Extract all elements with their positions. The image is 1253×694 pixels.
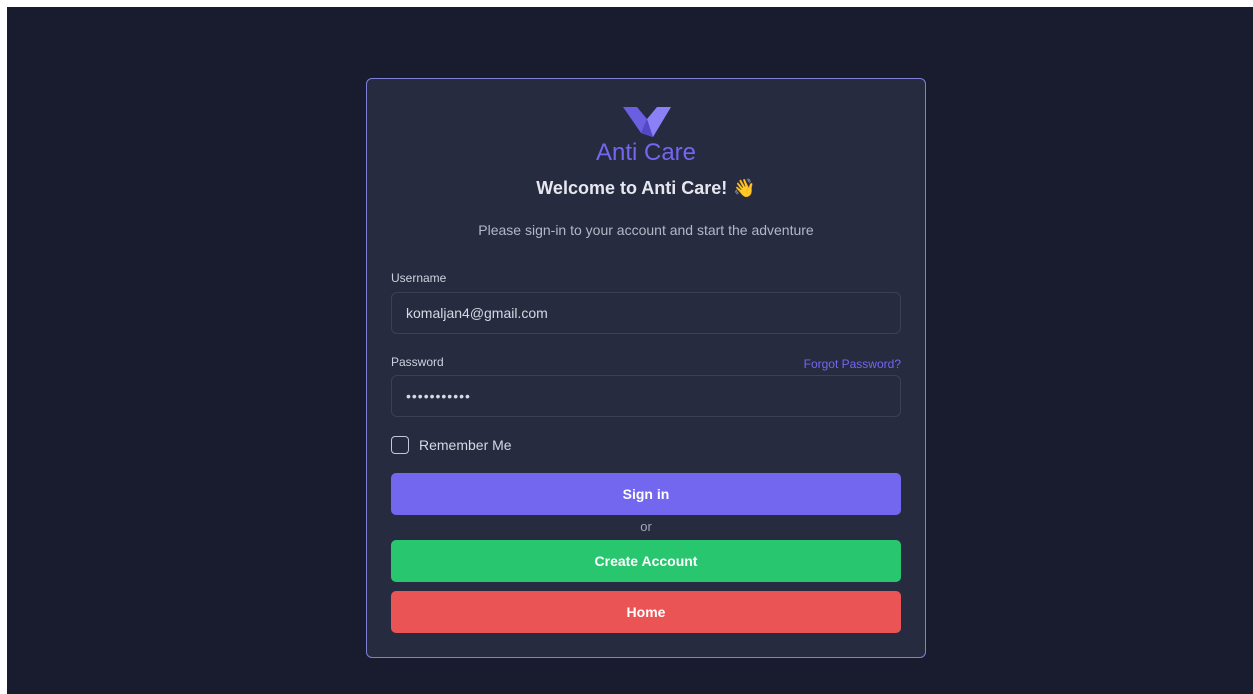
password-input[interactable]: ••••••••••• [391, 375, 901, 417]
username-label: Username [391, 271, 447, 285]
welcome-subtitle: Please sign-in to your account and start… [478, 222, 814, 238]
remember-me-label: Remember Me [419, 437, 512, 453]
remember-me-checkbox[interactable] [391, 436, 409, 454]
login-card: Anti Care Welcome to Anti Care! 👋 Please … [366, 78, 926, 658]
home-button[interactable]: Home [391, 591, 901, 633]
forgot-password-link[interactable]: Forgot Password? [804, 356, 901, 372]
welcome-title: Welcome to Anti Care! [536, 178, 728, 198]
username-input[interactable] [391, 292, 901, 334]
or-divider: or [640, 519, 652, 534]
create-account-button[interactable]: Create Account [391, 540, 901, 582]
sign-in-button[interactable]: Sign in [391, 473, 901, 515]
page-background: Anti Care Welcome to Anti Care! 👋 Please … [7, 7, 1253, 694]
v-check-logo-icon [623, 107, 671, 137]
waving-hand-icon: 👋 [733, 178, 756, 198]
brand-name: Anti Care [595, 139, 697, 166]
remember-me-toggle[interactable]: Remember Me [391, 435, 512, 455]
password-label: Password [391, 355, 444, 369]
welcome-heading: Welcome to Anti Care! 👋 [367, 177, 925, 199]
